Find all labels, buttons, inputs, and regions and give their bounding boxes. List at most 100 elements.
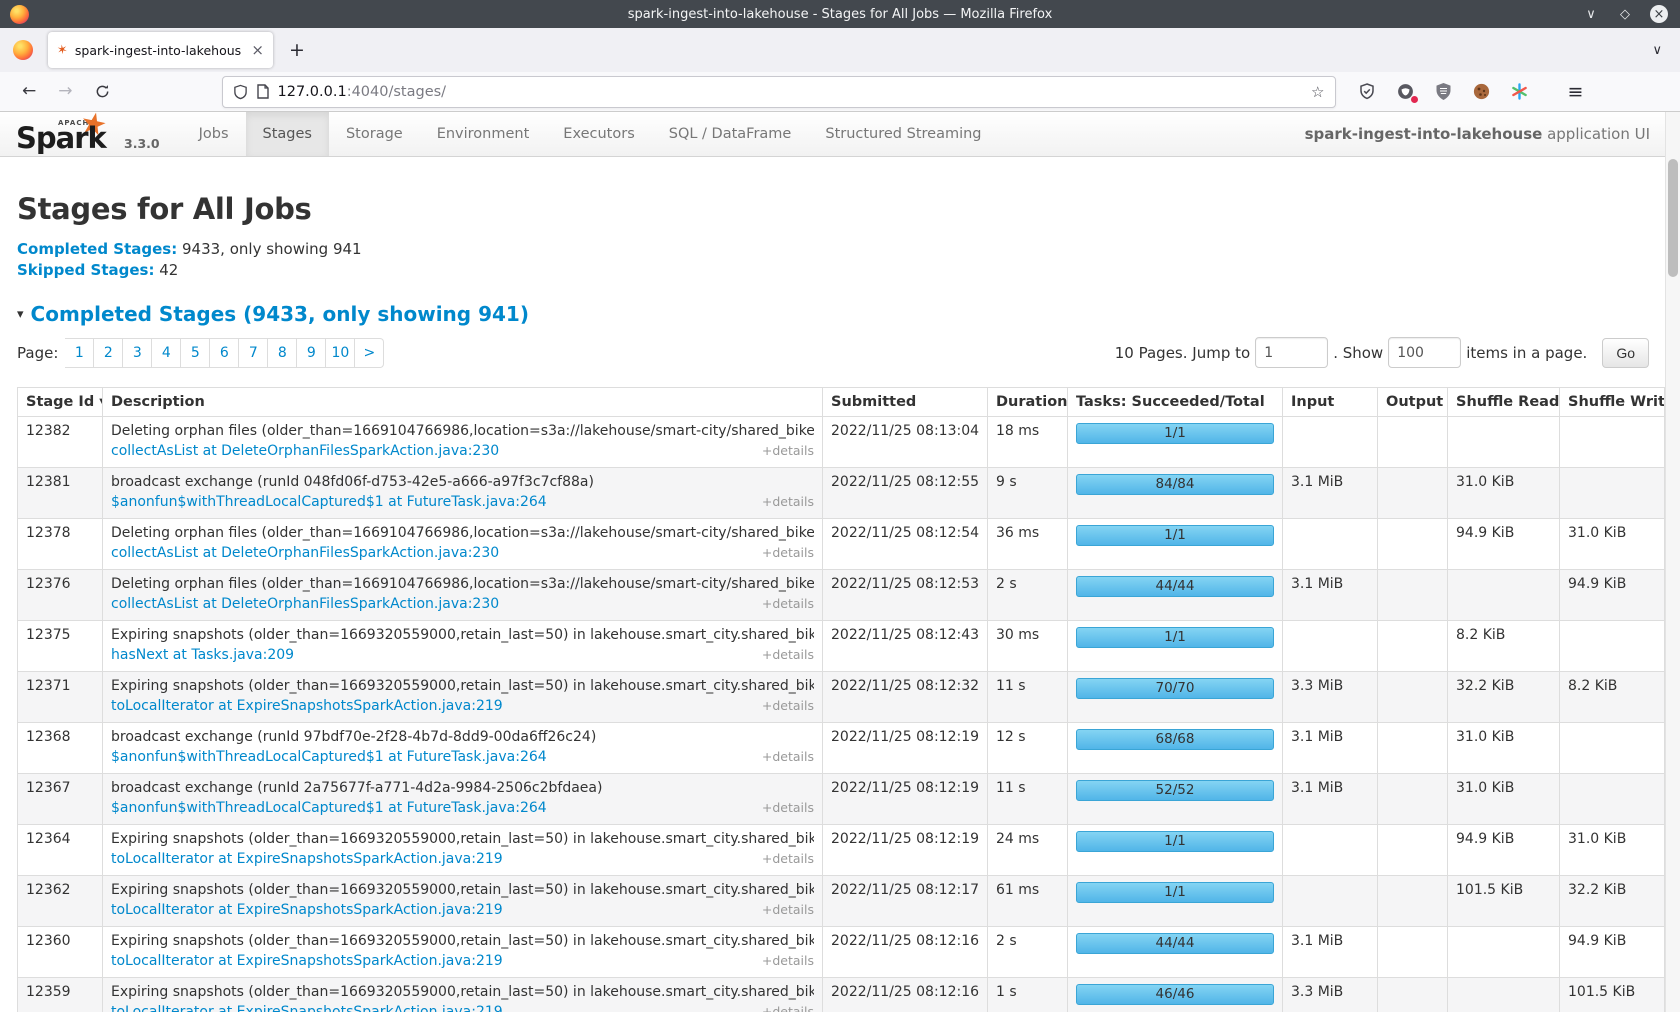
page-number-link[interactable]: 10 — [326, 338, 355, 368]
extension-shield-check-icon[interactable] — [1358, 82, 1377, 101]
stage-detail-link[interactable]: collectAsList at DeleteOrphanFilesSparkA… — [111, 545, 499, 561]
column-header[interactable]: Description — [103, 388, 823, 417]
spark-nav-tab-label[interactable]: Storage — [329, 112, 420, 156]
column-header[interactable]: Submitted — [823, 388, 988, 417]
column-header[interactable]: Shuffle Write — [1560, 388, 1665, 417]
extension-cookie-icon[interactable] — [1472, 82, 1491, 101]
spark-nav-tab[interactable]: Storage — [329, 112, 420, 156]
column-header[interactable]: Duration — [988, 388, 1068, 417]
column-header[interactable]: Output — [1378, 388, 1448, 417]
details-toggle[interactable]: +details — [762, 1004, 814, 1012]
application-ui-label: spark-ingest-into-lakehouse application … — [1305, 125, 1650, 143]
jump-to-page-input[interactable] — [1255, 337, 1328, 368]
page-number-link[interactable]: 6 — [210, 338, 239, 368]
spark-nav-tab[interactable]: SQL / DataFrame — [652, 112, 809, 156]
spark-nav-tab-label[interactable]: Structured Streaming — [808, 112, 998, 156]
page-number-link[interactable]: 4 — [152, 338, 181, 368]
url-bar[interactable]: 127.0.0.1:4040/stages/ ☆ — [222, 76, 1336, 108]
spark-nav-tab-label[interactable]: Executors — [546, 112, 651, 156]
extension-asterisk-icon[interactable] — [1510, 82, 1529, 101]
details-toggle[interactable]: +details — [762, 851, 814, 866]
spark-nav-tab[interactable]: Structured Streaming — [808, 112, 998, 156]
page-number-item[interactable]: 7 — [239, 338, 268, 368]
stage-detail-link[interactable]: $anonfun$withThreadLocalCaptured$1 at Fu… — [111, 749, 547, 765]
spark-nav-tab[interactable]: Executors — [546, 112, 651, 156]
details-toggle[interactable]: +details — [762, 494, 814, 509]
extension-ublock-shield-icon[interactable] — [1434, 82, 1453, 101]
spark-nav-tab[interactable]: Jobs — [182, 112, 246, 156]
menu-hamburger-icon[interactable]: ≡ — [1568, 81, 1584, 103]
stage-detail-link[interactable]: toLocalIterator at ExpireSnapshotsSparkA… — [111, 902, 503, 918]
details-toggle[interactable]: +details — [762, 902, 814, 917]
stage-detail-link[interactable]: toLocalIterator at ExpireSnapshotsSparkA… — [111, 698, 503, 714]
page-number-link[interactable]: 5 — [181, 338, 210, 368]
stage-detail-link[interactable]: $anonfun$withThreadLocalCaptured$1 at Fu… — [111, 800, 547, 816]
forward-button[interactable]: → — [58, 83, 72, 100]
extension-containers-mask-icon[interactable] — [1396, 82, 1415, 101]
browser-tab[interactable]: ✶ spark-ingest-into-lakehous × — [48, 32, 273, 68]
stage-detail-link[interactable]: $anonfun$withThreadLocalCaptured$1 at Fu… — [111, 494, 547, 510]
scrollbar-thumb[interactable] — [1668, 159, 1678, 277]
stage-detail-link[interactable]: collectAsList at DeleteOrphanFilesSparkA… — [111, 443, 499, 459]
tab-close-icon[interactable]: × — [251, 41, 264, 59]
column-header[interactable]: Shuffle Read — [1448, 388, 1560, 417]
spark-nav-tab-label[interactable]: SQL / DataFrame — [652, 112, 809, 156]
page-number-item[interactable]: 6 — [210, 338, 239, 368]
completed-stages-section-toggle[interactable]: ▾ Completed Stages (9433, only showing 9… — [17, 302, 1649, 326]
page-number-item[interactable]: 4 — [152, 338, 181, 368]
reload-button[interactable] — [95, 84, 110, 99]
spark-nav-tab-label[interactable]: Stages — [246, 112, 329, 156]
spark-nav-tab[interactable]: Stages — [246, 112, 329, 156]
spark-nav-tab-label[interactable]: Jobs — [182, 112, 246, 156]
details-toggle[interactable]: +details — [762, 749, 814, 764]
page-number-link[interactable]: 9 — [297, 338, 326, 368]
page-number-item[interactable]: 8 — [268, 338, 297, 368]
details-toggle[interactable]: +details — [762, 800, 814, 815]
window-close-button[interactable]: × — [1650, 5, 1668, 23]
spark-nav-tab-label[interactable]: Environment — [420, 112, 547, 156]
page-scrollbar[interactable] — [1665, 112, 1680, 1012]
column-header[interactable]: Stage Id ▾ — [18, 388, 103, 417]
summary-label-link[interactable]: Skipped Stages: — [17, 261, 154, 279]
page-number-link[interactable]: 7 — [239, 338, 268, 368]
page-number-item[interactable]: > — [355, 338, 384, 368]
stage-detail-link[interactable]: toLocalIterator at ExpireSnapshotsSparkA… — [111, 851, 503, 867]
details-toggle[interactable]: +details — [762, 545, 814, 560]
page-number-item[interactable]: 3 — [123, 338, 152, 368]
window-minimize-button[interactable]: ∨ — [1582, 5, 1600, 23]
page-number-link[interactable]: > — [355, 338, 384, 368]
tracking-protection-shield-icon[interactable] — [233, 84, 248, 100]
stage-detail-link[interactable]: toLocalIterator at ExpireSnapshotsSparkA… — [111, 1004, 503, 1012]
page-number-link[interactable]: 3 — [123, 338, 152, 368]
description-cell: broadcast exchange (runId 2a75677f-a771-… — [103, 774, 823, 825]
page-number-item[interactable]: 1 — [65, 338, 94, 368]
summary-label-link[interactable]: Completed Stages: — [17, 240, 177, 258]
page-number-link[interactable]: 2 — [94, 338, 123, 368]
spark-logo[interactable]: APACHE ★ Spark — [14, 112, 118, 156]
details-toggle[interactable]: +details — [762, 953, 814, 968]
stage-detail-link[interactable]: collectAsList at DeleteOrphanFilesSparkA… — [111, 596, 499, 612]
new-tab-button[interactable]: + — [289, 39, 305, 61]
page-number-item[interactable]: 5 — [181, 338, 210, 368]
back-button[interactable]: ← — [22, 83, 36, 100]
details-toggle[interactable]: +details — [762, 647, 814, 662]
go-button[interactable]: Go — [1602, 338, 1649, 368]
page-info-icon[interactable] — [257, 84, 269, 99]
window-maximize-button[interactable]: ◇ — [1616, 5, 1634, 23]
page-number-item[interactable]: 2 — [94, 338, 123, 368]
page-number-link[interactable]: 1 — [65, 338, 94, 368]
bookmark-star-icon[interactable]: ☆ — [1311, 83, 1324, 101]
page-number-item[interactable]: 9 — [297, 338, 326, 368]
column-header[interactable]: Input — [1283, 388, 1378, 417]
stage-detail-link[interactable]: toLocalIterator at ExpireSnapshotsSparkA… — [111, 953, 503, 969]
spark-nav-tab[interactable]: Environment — [420, 112, 547, 156]
details-toggle[interactable]: +details — [762, 443, 814, 458]
page-number-item[interactable]: 10 — [326, 338, 355, 368]
stage-detail-link[interactable]: hasNext at Tasks.java:209 — [111, 647, 294, 663]
page-number-link[interactable]: 8 — [268, 338, 297, 368]
details-toggle[interactable]: +details — [762, 698, 814, 713]
list-all-tabs-icon[interactable]: ∨ — [1652, 43, 1662, 58]
column-header[interactable]: Tasks: Succeeded/Total — [1068, 388, 1283, 417]
details-toggle[interactable]: +details — [762, 596, 814, 611]
items-per-page-input[interactable] — [1388, 337, 1461, 368]
